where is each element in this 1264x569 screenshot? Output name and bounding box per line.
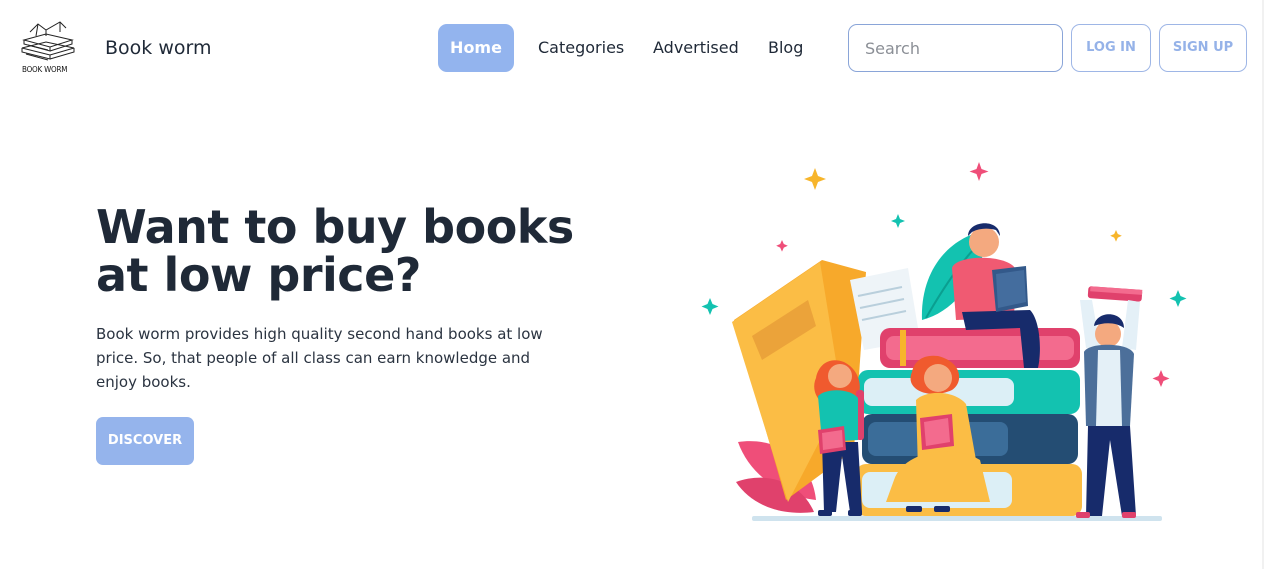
navbar: BOOK WORM Book worm Home Categories Adve… [0,0,1264,96]
people-reading-books-illustration [701,162,1187,521]
book-stack-logo-icon [21,21,75,61]
search-input[interactable] [848,24,1063,72]
brand-name[interactable]: Book worm [105,37,211,59]
nav-home[interactable]: Home [438,24,514,72]
standing-boy-figure [1076,286,1143,518]
logo[interactable]: BOOK WORM [16,18,80,76]
login-button[interactable]: LOG IN [1071,24,1151,72]
logo-caption: BOOK WORM [22,65,68,74]
hero-description: Book worm provides high quality second h… [96,325,543,391]
discover-button[interactable]: DISCOVER [96,417,194,465]
standing-girl-figure [814,360,864,516]
nav-blog[interactable]: Blog [768,24,803,72]
hero-title: Want to buy books at low price? [96,200,574,302]
nav-categories[interactable]: Categories [538,24,624,72]
signup-button[interactable]: SIGN UP [1159,24,1247,72]
nav-advertised[interactable]: Advertised [653,24,739,72]
